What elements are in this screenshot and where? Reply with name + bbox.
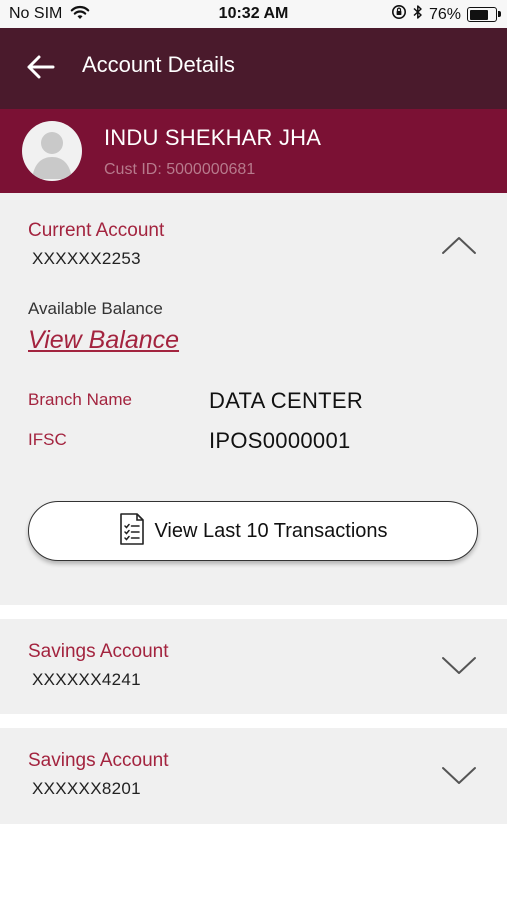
bluetooth-icon — [413, 4, 423, 25]
chevron-down-icon[interactable] — [441, 765, 477, 787]
account-type-label: Savings Account — [28, 750, 169, 771]
account-card-savings-1[interactable]: Savings Account XXXXXX4241 — [0, 619, 507, 714]
account-card-savings-2[interactable]: Savings Account XXXXXX8201 — [0, 728, 507, 824]
status-bar: No SIM 10:32 AM 76% — [0, 0, 507, 28]
document-list-icon — [118, 512, 146, 551]
view-balance-link[interactable]: View Balance — [28, 326, 179, 355]
account-card-current: Current Account XXXXXX2253 Available Bal… — [0, 193, 507, 605]
account-type-label: Savings Account — [28, 641, 169, 662]
status-right-group: 76% — [391, 4, 501, 25]
back-arrow-icon[interactable] — [24, 50, 58, 84]
ifsc-value: IPOS0000001 — [209, 428, 351, 453]
page-title: Account Details — [82, 52, 235, 77]
user-avatar-icon — [22, 121, 82, 181]
customer-id: Cust ID: 5000000681 — [104, 161, 256, 178]
account-number: XXXXXX4241 — [32, 670, 141, 689]
available-balance-label: Available Balance — [28, 299, 163, 318]
account-number: XXXXXX2253 — [32, 249, 141, 268]
battery-fill — [469, 9, 489, 20]
view-transactions-label: View Last 10 Transactions — [154, 519, 388, 542]
branch-name-label: Branch Name — [28, 390, 132, 409]
customer-name: INDU SHEKHAR JHA — [104, 125, 322, 150]
app-bar: Account Details — [0, 28, 507, 109]
account-type-label[interactable]: Current Account — [28, 220, 164, 242]
ifsc-label: IFSC — [28, 430, 67, 449]
chevron-down-icon[interactable] — [441, 655, 477, 677]
battery-percent: 76% — [428, 5, 461, 23]
profile-banner: INDU SHEKHAR JHA Cust ID: 5000000681 — [0, 109, 507, 193]
chevron-up-icon[interactable] — [441, 234, 477, 256]
account-number: XXXXXX8201 — [32, 779, 141, 798]
battery-nub — [498, 11, 501, 17]
branch-name-value: DATA CENTER — [209, 388, 364, 413]
view-transactions-button[interactable]: View Last 10 Transactions — [28, 501, 478, 561]
battery-icon — [467, 7, 501, 22]
orientation-lock-icon — [391, 4, 407, 25]
